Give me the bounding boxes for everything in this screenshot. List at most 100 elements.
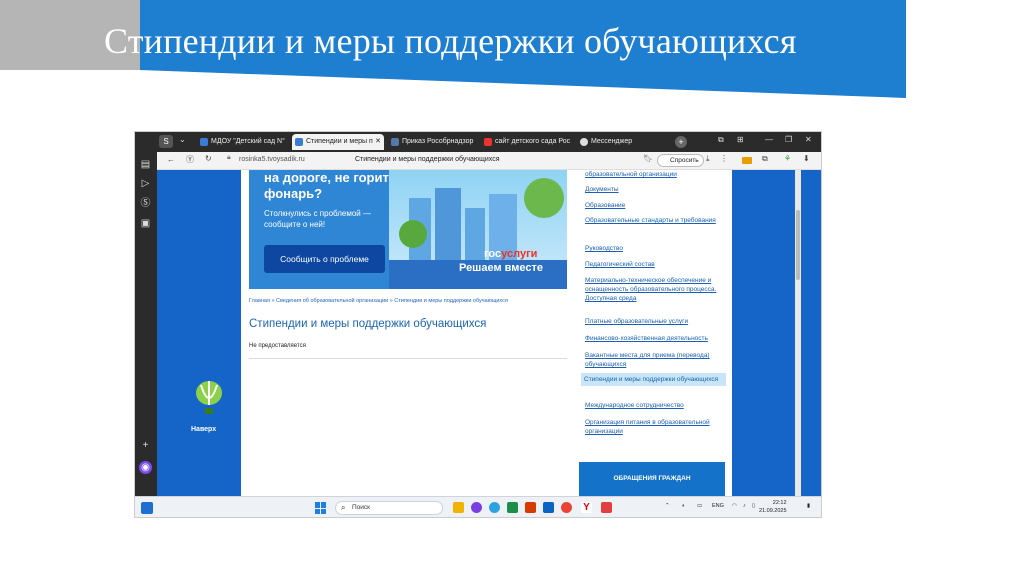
side-nav-item[interactable]: Педагогический состав (585, 260, 725, 269)
side-nav-item[interactable]: Платные образовательные услуги (585, 317, 725, 326)
file-explorer-icon[interactable] (453, 502, 464, 513)
side-nav-item[interactable]: Документы (585, 185, 725, 194)
office-icon[interactable] (525, 502, 536, 513)
bookmark-star-icon[interactable]: 🔖︎ (643, 154, 653, 163)
site-icon (295, 138, 303, 146)
browser-tab[interactable]: МДОУ "Детский сад N° (197, 134, 287, 150)
scrollbar[interactable] (795, 170, 801, 496)
side-nav-item[interactable]: Руководство (585, 244, 725, 253)
clock-time: 22:12 (772, 500, 787, 506)
citizen-appeals-button[interactable]: ОБРАЩЕНИЯ ГРАЖДАН (579, 462, 725, 496)
ask-label: Спросить (670, 157, 699, 164)
chat-icon[interactable] (471, 502, 482, 513)
slide-title: Стипендии и меры поддержки обучающихся (104, 21, 797, 61)
close-tab-icon[interactable]: ✕ (375, 134, 381, 150)
new-tab-button[interactable]: + (675, 136, 687, 148)
title-band-tail (140, 70, 906, 98)
yandex-app-icon[interactable] (601, 502, 612, 513)
download-icon[interactable]: ⤓ (706, 154, 710, 164)
menu-dots-icon[interactable]: ⋮ (720, 154, 728, 163)
chrome-icon[interactable] (561, 502, 572, 513)
side-nav-item[interactable]: образовательной организации (585, 170, 725, 179)
wifi-icon[interactable]: ◠ (732, 503, 737, 509)
banner-question: на дороге, не горит фонарь? (264, 170, 389, 201)
browser-tab-label: Стипендии и меры п (306, 138, 373, 145)
chevron-down-icon[interactable]: ⌄ (179, 135, 186, 144)
tab-list-icon[interactable]: ⧉ (718, 135, 724, 145)
back-icon[interactable]: ← (167, 155, 175, 164)
url-field[interactable]: rosinka5.tvoysadik.ru (239, 156, 305, 163)
widgets-icon[interactable] (141, 502, 153, 514)
s-icon[interactable]: Ⓢ (139, 197, 152, 210)
breadcrumb[interactable]: Главная » Сведения об образовательной ор… (249, 298, 508, 304)
yandex-s-icon[interactable]: S (159, 135, 173, 148)
taskbar-search-input[interactable]: ⌕ Поиск (335, 501, 443, 515)
side-nav-item[interactable]: Вакантные места для приема (перевода) об… (585, 351, 725, 369)
browser-tab[interactable]: сайт детского сада Рос (481, 134, 573, 150)
profile-download-icon[interactable]: ⬇ (803, 154, 810, 163)
collections-icon[interactable]: ▤ (139, 158, 152, 171)
maximize-button[interactable]: ❐ (785, 135, 792, 144)
browser-tab-label: сайт детского сада Рос (495, 138, 571, 145)
balloon-icon[interactable] (195, 381, 223, 415)
reader-icon[interactable]: ⧉ (762, 154, 768, 164)
alice-icon[interactable]: ◉ (139, 461, 152, 474)
browser-tab[interactable]: Приказ Рособрнадзор (388, 134, 476, 150)
doc-icon (391, 138, 399, 146)
browser-sidebar: ▤ ▷ Ⓢ ▣ + ◉ (135, 132, 157, 496)
reload-icon[interactable]: ↻ (205, 154, 212, 163)
yandex-home-icon[interactable]: Ⓨ (186, 154, 194, 165)
report-problem-button[interactable]: Сообщить о проблеме (264, 245, 385, 273)
edge-icon[interactable] (489, 502, 500, 513)
browser-tab[interactable]: Стипендии и меры п ✕ (292, 134, 384, 150)
slide: Стипендии и меры поддержки обучающихся ◷… (0, 0, 1024, 574)
tray-drive-icon[interactable]: ▭ (697, 503, 702, 509)
gos-text: гос (484, 248, 502, 260)
search-icon: ⌕ (341, 503, 346, 512)
windows-taskbar: ⌕ Поиск Y ⌃ ◐ ▭ ENG ◠ ♪ ▯ 22:12 21.09.202… (135, 496, 821, 517)
site-icon (200, 138, 208, 146)
media-icon[interactable]: ▣ (139, 217, 152, 230)
browser-tab-label: Приказ Рособрнадзор (402, 138, 474, 145)
address-bar: ← Ⓨ ↻ 🔒︎ rosinka5.tvoysadik.ru Стипендии… (157, 152, 821, 170)
banner-subtitle: Столкнулись с проблемой — сообщите о ней… (264, 209, 371, 229)
language-indicator[interactable]: ENG (712, 503, 724, 509)
side-nav-item[interactable]: Образовательные стандарты и требования (585, 216, 725, 225)
gosuslugi-logo: госуслуги (484, 248, 537, 260)
yandex-icon (484, 138, 492, 146)
side-nav-item[interactable]: Организация питания в образовательной ор… (585, 418, 725, 436)
battery-icon[interactable] (742, 157, 752, 164)
ask-button[interactable]: Спросить (657, 154, 704, 167)
volume-icon[interactable]: ♪ (743, 503, 746, 509)
page-body-text: Не предоставляется (249, 343, 306, 349)
add-panel-icon[interactable]: + (139, 439, 152, 452)
extension-icon[interactable]: ⚘ (784, 154, 791, 163)
side-nav: образовательной организации Документы Обра… (579, 170, 732, 496)
back-to-top-link[interactable]: Наверх (191, 426, 216, 433)
windows-start-icon[interactable] (315, 502, 327, 514)
music-icon[interactable]: ▷ (139, 177, 152, 190)
minimize-button[interactable]: — (765, 135, 773, 144)
yandex-browser-icon[interactable]: Y (581, 502, 592, 513)
side-nav-item[interactable]: Финансово-хозяйственная деятельность (585, 334, 725, 343)
battery-tray-icon[interactable]: ▯ (752, 503, 755, 509)
scrollbar-thumb[interactable] (796, 210, 800, 280)
side-nav-item[interactable]: Международное сотрудничество (585, 401, 725, 410)
tray-app-icon[interactable]: ◐ (682, 503, 685, 509)
notifications-icon[interactable]: ▮ (807, 503, 810, 509)
store-icon[interactable] (507, 502, 518, 513)
page-heading: Стипендии и меры поддержки обучающихся (249, 318, 487, 330)
tray-up-icon[interactable]: ⌃ (665, 503, 670, 509)
side-nav-item[interactable]: Материально-техническое обеспечение и ос… (585, 276, 725, 303)
side-nav-item[interactable]: Образование (585, 201, 725, 210)
close-window-button[interactable]: ✕ (805, 135, 812, 144)
taskbar-clock[interactable]: 22:12 21.09.2025 (759, 499, 787, 515)
gosuslugi-banner[interactable]: на дороге, не горит фонарь? Столкнулись … (249, 170, 567, 289)
side-nav-item[interactable]: Стипендии и меры поддержки обучающихся (581, 373, 726, 386)
outlook-icon[interactable] (543, 502, 554, 513)
uslugi-text: услуги (501, 248, 538, 260)
bookmark-icon[interactable]: ⊞ (737, 135, 744, 144)
browser-tab-label: МДОУ "Детский сад N° (211, 138, 285, 145)
banner-slogan: Решаем вместе (459, 262, 543, 274)
browser-tab[interactable]: Мессенджер (577, 134, 672, 150)
